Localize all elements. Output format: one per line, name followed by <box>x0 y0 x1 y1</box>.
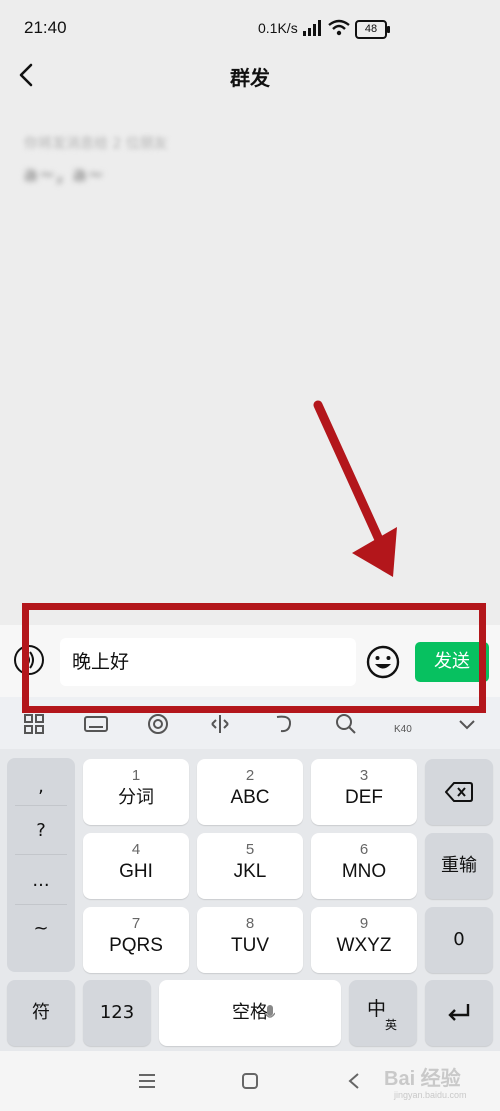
key-number: 9 <box>359 915 369 932</box>
recipients-hint: 你将发消息给 2 位朋友 <box>24 136 168 152</box>
delete-key[interactable] <box>425 759 493 825</box>
key-label: TUV <box>231 935 269 956</box>
microphone-icon <box>265 1005 275 1018</box>
divider <box>15 805 67 806</box>
divider <box>15 854 67 855</box>
key-label: GHI <box>119 861 153 882</box>
symbol-label: 符 <box>32 1002 50 1023</box>
collapse-icon[interactable] <box>455 712 479 736</box>
annotation-highlight-box <box>22 603 486 713</box>
enter-key[interactable] <box>425 980 493 1046</box>
home-icon[interactable] <box>241 1072 259 1090</box>
key-1[interactable]: 1 分词 <box>83 759 189 825</box>
menu-icon[interactable] <box>138 1073 156 1089</box>
symbol-key[interactable]: 符 <box>7 980 75 1046</box>
network-speed: 0.1K/s <box>258 20 298 36</box>
punctuation-column: , ? ... ~ <box>7 758 75 972</box>
key-number: 8 <box>245 915 255 932</box>
cursor-icon[interactable] <box>208 712 232 736</box>
reinput-label: 重输 <box>441 855 477 876</box>
apps-icon[interactable] <box>22 712 46 736</box>
key-label: WXYZ <box>336 935 392 956</box>
zero-key[interactable]: 0 <box>425 907 493 973</box>
key-number: 6 <box>359 841 369 858</box>
key-7[interactable]: 7 PQRS <box>83 907 189 973</box>
key-number: 2 <box>245 767 255 784</box>
key-number: 3 <box>359 767 369 784</box>
annotation-arrow <box>313 400 397 577</box>
key-4[interactable]: 4 GHI <box>83 833 189 899</box>
space-label: 空格 <box>232 1002 268 1023</box>
key-label: JKL <box>233 861 267 882</box>
status-time: 21:40 <box>24 18 67 37</box>
lang-sub-label: 英 <box>385 1018 398 1032</box>
wifi-icon <box>328 19 350 36</box>
key-number: 1 <box>131 767 141 784</box>
key-number: 5 <box>245 841 255 858</box>
language-switch-key[interactable]: 中 英 <box>349 980 417 1046</box>
key-number: 7 <box>131 915 141 932</box>
key-2[interactable]: 2 ABC <box>197 759 303 825</box>
k40-icon[interactable]: K40 <box>393 712 417 736</box>
backspace-icon <box>444 782 473 802</box>
back-nav-icon[interactable] <box>347 1072 361 1090</box>
key-6[interactable]: 6 MNO <box>311 833 417 899</box>
numbers-key[interactable]: 123 <box>83 980 151 1046</box>
clipboard-icon[interactable] <box>146 712 170 736</box>
search-icon[interactable] <box>334 712 358 736</box>
svg-text:K40: K40 <box>394 724 412 735</box>
key-label: 分词 <box>118 787 154 808</box>
watermark-url: jingyan.baidu.com <box>394 1090 467 1100</box>
numbers-label: 123 <box>99 1002 135 1023</box>
signal-icon <box>303 20 321 36</box>
key-label: PQRS <box>109 935 163 956</box>
key-number: 4 <box>131 841 141 858</box>
key-9[interactable]: 9 WXYZ <box>311 907 417 973</box>
enter-icon <box>448 1004 470 1021</box>
reinput-key[interactable]: 重输 <box>425 833 493 899</box>
punctuation-key[interactable]: ~ <box>7 918 75 939</box>
zero-label: 0 <box>453 929 465 950</box>
lang-main-label: 中 <box>367 998 387 1020</box>
punctuation-key[interactable]: ? <box>7 820 75 841</box>
key-label: DEF <box>345 787 383 808</box>
key-label: ABC <box>230 787 270 808</box>
page-title: 群发 <box>230 66 270 90</box>
punctuation-key[interactable]: ... <box>7 870 75 891</box>
key-label: MNO <box>341 861 387 882</box>
punctuation-key[interactable]: , <box>7 776 75 797</box>
key-5[interactable]: 5 JKL <box>197 833 303 899</box>
divider <box>15 904 67 905</box>
battery-indicator: 48 <box>355 20 390 39</box>
handwriting-icon[interactable] <box>272 712 296 736</box>
status-bar: 21:40 0.1K/s 48 <box>0 0 500 56</box>
keyboard-icon[interactable] <box>84 712 108 736</box>
key-8[interactable]: 8 TUV <box>197 907 303 973</box>
space-key[interactable]: 空格 <box>159 980 341 1046</box>
watermark-logo: Bai 经验 <box>384 1068 461 1090</box>
recipient-names[interactable]: a~, a~ <box>24 162 105 186</box>
key-3[interactable]: 3 DEF <box>311 759 417 825</box>
